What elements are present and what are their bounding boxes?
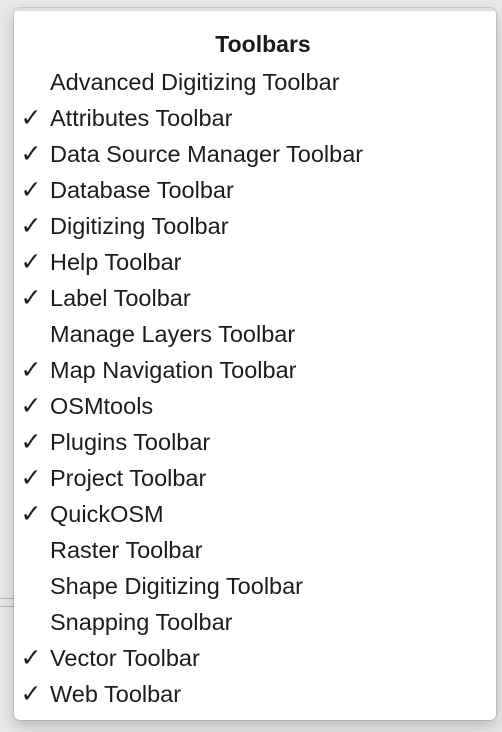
menu-item-web-toolbar[interactable]: ✓ Web Toolbar <box>14 676 496 712</box>
menu-item-label: Manage Layers Toolbar <box>50 321 296 347</box>
menu-item-manage-layers-toolbar[interactable]: Manage Layers Toolbar <box>14 316 496 352</box>
menu-item-label: QuickOSM <box>50 501 164 527</box>
menu-section-header: Toolbars <box>14 30 496 58</box>
menu-item-osmtools[interactable]: ✓ OSMtools <box>14 388 496 424</box>
menu-item-digitizing-toolbar[interactable]: ✓ Digitizing Toolbar <box>14 208 496 244</box>
checkmark-icon: ✓ <box>20 176 42 204</box>
checkmark-icon: ✓ <box>20 140 42 168</box>
checkmark-icon: ✓ <box>20 284 42 312</box>
checkmark-icon: ✓ <box>20 500 42 528</box>
menu-item-label: Map Navigation Toolbar <box>50 357 297 383</box>
menu-item-snapping-toolbar[interactable]: Snapping Toolbar <box>14 604 496 640</box>
checkmark-icon: ✓ <box>20 680 42 708</box>
menu-item-label: Plugins Toolbar <box>50 429 211 455</box>
menu-item-label: Project Toolbar <box>50 465 207 491</box>
menu-item-label: Data Source Manager Toolbar <box>50 141 364 167</box>
menu-item-attributes-toolbar[interactable]: ✓ Attributes Toolbar <box>14 100 496 136</box>
menu-item-label: Vector Toolbar <box>50 645 200 671</box>
menu-item-label: Web Toolbar <box>50 681 182 707</box>
backdrop-divider <box>0 598 14 599</box>
menu-item-help-toolbar[interactable]: ✓ Help Toolbar <box>14 244 496 280</box>
menu-item-map-navigation-toolbar[interactable]: ✓ Map Navigation Toolbar <box>14 352 496 388</box>
menu-item-advanced-digitizing-toolbar[interactable]: Advanced Digitizing Toolbar <box>14 64 496 100</box>
menu-item-label: Shape Digitizing Toolbar <box>50 573 304 599</box>
checkmark-icon: ✓ <box>20 644 42 672</box>
checkmark-placeholder <box>17 64 45 100</box>
menu-item-label: Database Toolbar <box>50 177 234 203</box>
toolbars-menu: Toolbars Advanced Digitizing Toolbar ✓ Att… <box>14 8 496 720</box>
checkmark-placeholder <box>17 568 45 604</box>
menu-section-title: Toolbars <box>215 31 311 57</box>
checkmark-icon: ✓ <box>20 356 42 384</box>
menu-item-label: Digitizing Toolbar <box>50 213 229 239</box>
menu-item-vector-toolbar[interactable]: ✓ Vector Toolbar <box>14 640 496 676</box>
checkmark-icon: ✓ <box>20 428 42 456</box>
menu-item-label: Raster Toolbar <box>50 537 203 563</box>
menu-item-shape-digitizing-toolbar[interactable]: Shape Digitizing Toolbar <box>14 568 496 604</box>
checkmark-icon: ✓ <box>20 212 42 240</box>
menu-item-raster-toolbar[interactable]: Raster Toolbar <box>14 532 496 568</box>
menu-top-edge <box>14 8 496 11</box>
checkmark-placeholder <box>17 316 45 352</box>
menu-item-label: Attributes Toolbar <box>50 105 233 131</box>
checkmark-icon: ✓ <box>20 248 42 276</box>
menu-item-label: OSMtools <box>50 393 154 419</box>
menu-item-label: Snapping Toolbar <box>50 609 233 635</box>
menu-item-data-source-manager-toolbar[interactable]: ✓ Data Source Manager Toolbar <box>14 136 496 172</box>
backdrop-divider <box>0 606 14 607</box>
menu-item-label: Advanced Digitizing Toolbar <box>50 69 340 95</box>
checkmark-icon: ✓ <box>20 104 42 132</box>
checkmark-placeholder <box>17 604 45 640</box>
menu-item-project-toolbar[interactable]: ✓ Project Toolbar <box>14 460 496 496</box>
checkmark-icon: ✓ <box>20 392 42 420</box>
checkmark-placeholder <box>17 532 45 568</box>
menu-item-label-toolbar[interactable]: ✓ Label Toolbar <box>14 280 496 316</box>
checkmark-icon: ✓ <box>20 464 42 492</box>
menu-item-plugins-toolbar[interactable]: ✓ Plugins Toolbar <box>14 424 496 460</box>
menu-item-list: Advanced Digitizing Toolbar ✓ Attributes T… <box>14 64 496 712</box>
menu-item-quickosm[interactable]: ✓ QuickOSM <box>14 496 496 532</box>
menu-item-label: Help Toolbar <box>50 249 182 275</box>
menu-item-database-toolbar[interactable]: ✓ Database Toolbar <box>14 172 496 208</box>
menu-item-label: Label Toolbar <box>50 285 191 311</box>
